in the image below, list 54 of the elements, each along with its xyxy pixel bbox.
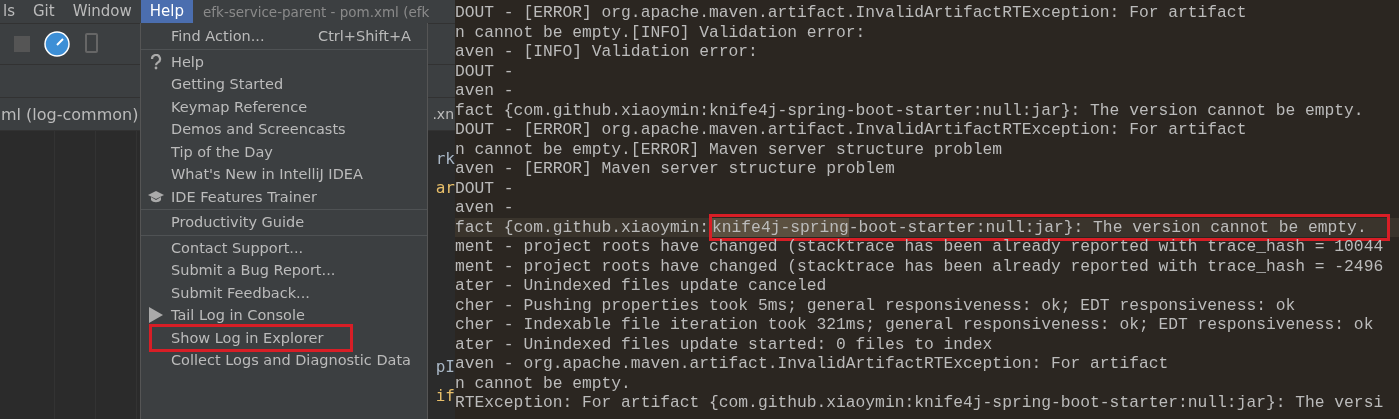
log-line: ater - Unindexed files update canceled bbox=[455, 276, 827, 295]
code-text: if bbox=[435, 386, 455, 405]
menu-item[interactable]: Getting Started bbox=[171, 76, 284, 93]
graduation-cap-icon bbox=[148, 190, 164, 203]
gauge-icon[interactable] bbox=[44, 31, 70, 57]
menu-item[interactable]: Tail Log in Console bbox=[171, 307, 305, 324]
stop-icon[interactable] bbox=[14, 36, 30, 52]
log-line: knife4j-spring-boot-starter:null:jar}: The version cannot be empty. bbox=[712, 217, 1367, 237]
log-line: aven - bbox=[455, 81, 514, 100]
log-line: aven - org.apache.maven.artifact.InvalidArtifactRTException: For artifact bbox=[455, 354, 1169, 373]
code-text: ar bbox=[435, 178, 455, 197]
log-line: cher - Indexable file iteration took 321ms; general responsiveness: ok; EDT responsiveness: ok bbox=[455, 315, 1374, 334]
log-line: ater - Unindexed files update started: 0 files to index bbox=[455, 334, 993, 354]
log-line: cher - Pushing properties took 5ms; general responsiveness: ok; EDT responsiveness: ok bbox=[455, 295, 1296, 315]
log-line: fact {com.github.xiaoymin:knife4j-spring-boot-starter:null:jar}: The version cannot be empty. bbox=[455, 100, 1364, 120]
menu-item[interactable]: What's New in IntelliJ IDEA bbox=[171, 166, 363, 183]
window-title: efk-service-parent - pom.xml (efk bbox=[203, 3, 430, 20]
menu-item[interactable]: Help bbox=[171, 53, 205, 70]
menu-item[interactable]: Demos and Screencasts bbox=[171, 121, 346, 138]
log-line: DOUT - bbox=[455, 178, 514, 198]
editor-tab[interactable]: ml (log-common) bbox=[0, 104, 140, 124]
shortcut-text: Ctrl+Shift+A bbox=[318, 28, 411, 45]
menu-item[interactable]: Productivity Guide bbox=[171, 214, 305, 231]
log-line: aven - bbox=[455, 198, 514, 217]
log-line: DOUT - bbox=[455, 61, 514, 81]
editor-tab[interactable]: .xn bbox=[431, 106, 455, 122]
log-line: DOUT - [ERROR] org.apache.maven.artifact.InvalidArtifactRTException: For artifact bbox=[455, 3, 1247, 22]
menu-bar-item[interactable]: Help bbox=[140, 0, 194, 23]
menu-item[interactable]: Tip of the Day bbox=[171, 143, 273, 160]
log-line: ment - project roots have changed (stacktrace has been already reported with trace_hash = -2496 bbox=[455, 256, 1384, 276]
log-line: aven - [ERROR] Maven server structure problem bbox=[455, 159, 895, 178]
menu-bar-item[interactable]: Window bbox=[63, 0, 141, 23]
log-line: DOUT - [ERROR] org.apache.maven.artifact.InvalidArtifactRTException: For artifact bbox=[455, 120, 1247, 139]
play-icon bbox=[149, 307, 163, 324]
menu-bar-item[interactable]: Git bbox=[24, 0, 64, 23]
log-line: fact {com.github.xiaoymin: bbox=[455, 217, 710, 237]
help-icon bbox=[150, 53, 162, 70]
code-text: rk bbox=[435, 149, 455, 168]
menu-item[interactable]: Submit Feedback... bbox=[171, 284, 310, 301]
menu-item[interactable]: Keymap Reference bbox=[171, 98, 308, 115]
menu-item[interactable]: Collect Logs and Diagnostic Data bbox=[171, 352, 411, 369]
menu-bar-item[interactable]: ls bbox=[0, 0, 24, 23]
menu-item[interactable]: Submit a Bug Report... bbox=[171, 262, 336, 279]
code-text: pI bbox=[435, 357, 455, 376]
menu-item[interactable]: IDE Features Trainer bbox=[171, 188, 317, 205]
menu-item[interactable]: Show Log in Explorer bbox=[171, 329, 324, 346]
log-line: RTException: For artifact {com.github.xiaoymin:knife4j-spring-boot-starter:null:jar}: The versi bbox=[455, 393, 1384, 412]
log-line: n cannot be empty. bbox=[455, 373, 631, 393]
log-line: ment - project roots have changed (stacktrace has been already reported with trace_hash = 10044 bbox=[455, 237, 1384, 256]
log-line: n cannot be empty.[ERROR] Maven server structure problem bbox=[455, 139, 1003, 159]
log-line: aven - [INFO] Validation error: bbox=[455, 42, 758, 61]
menu-item[interactable]: Find Action... bbox=[171, 28, 265, 45]
log-line: n cannot be empty.[INFO] Validation error: bbox=[455, 22, 866, 42]
menu-item[interactable]: Contact Support... bbox=[171, 239, 304, 256]
